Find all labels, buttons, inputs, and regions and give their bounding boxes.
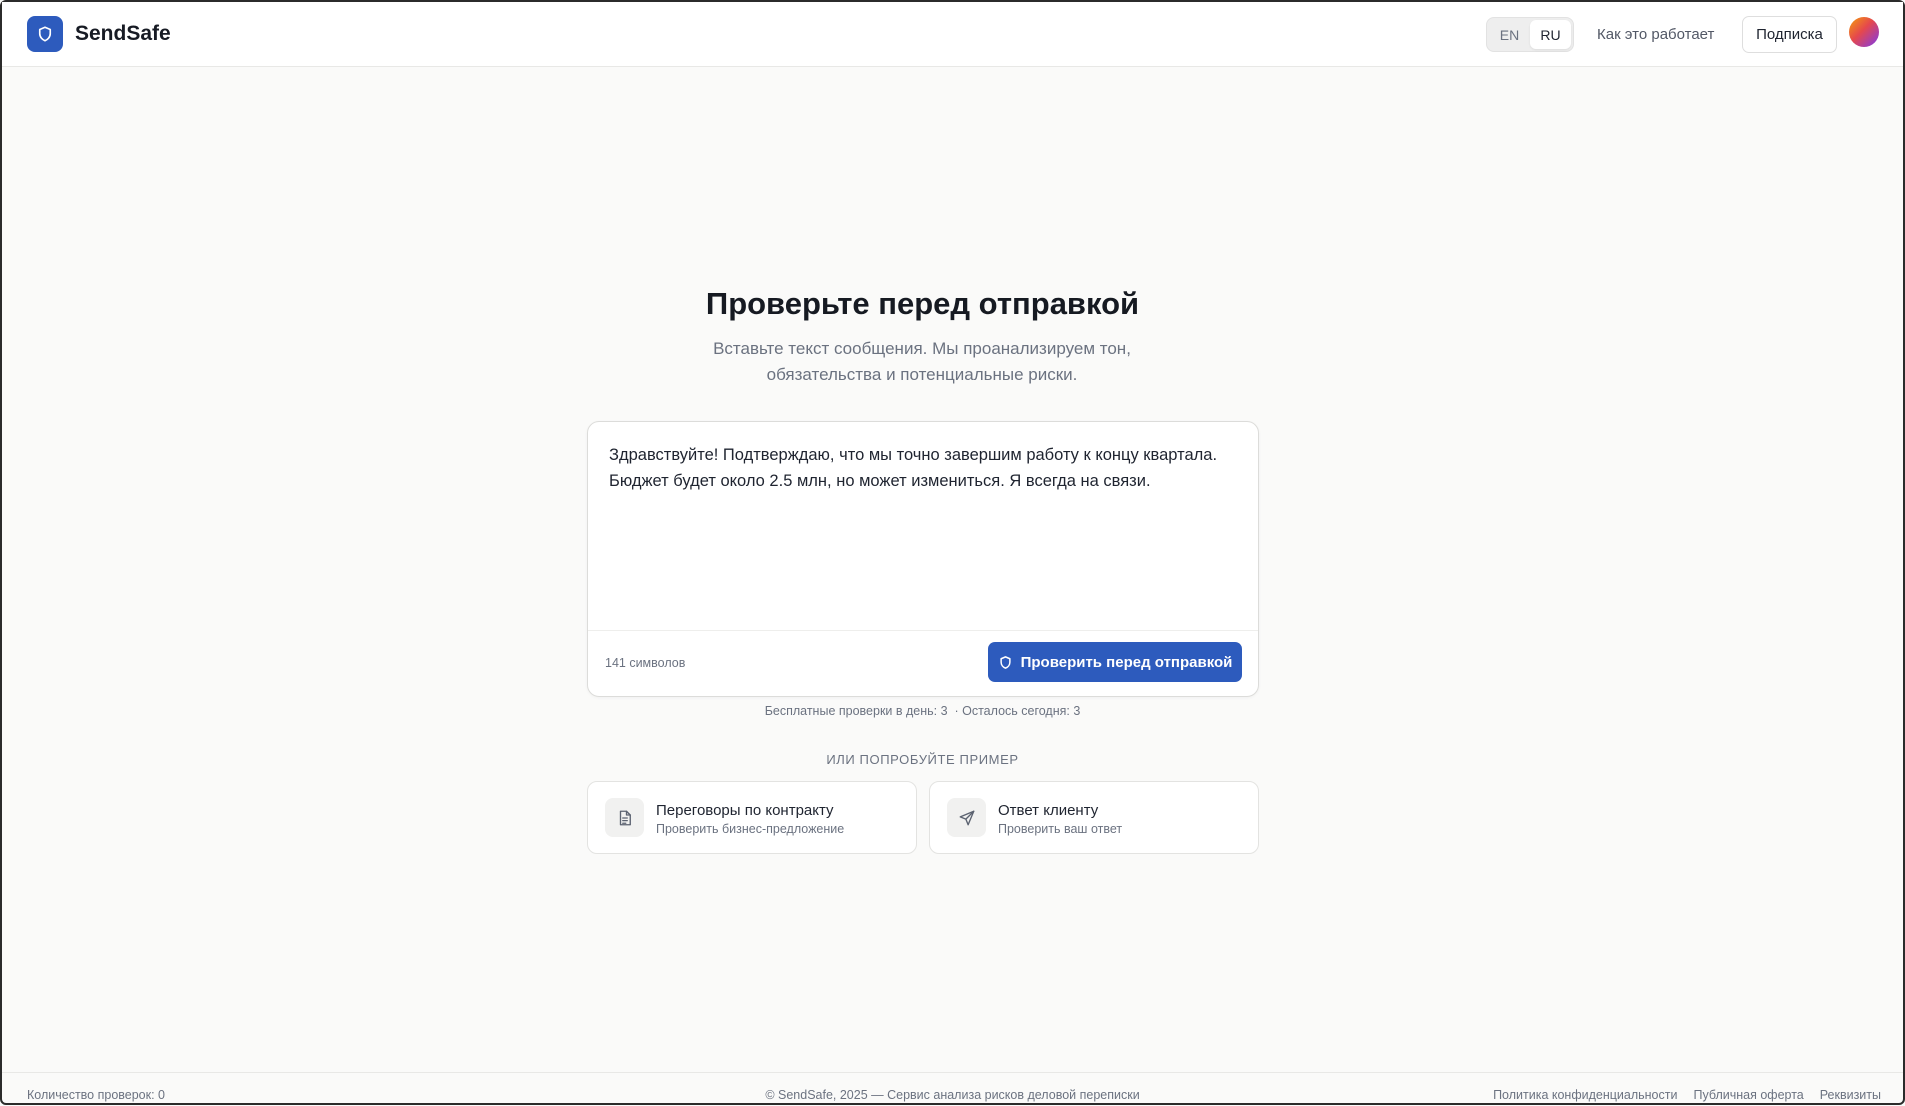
example-title: Переговоры по контракту — [656, 802, 834, 819]
example-subtitle: Проверить ваш ответ — [998, 822, 1123, 836]
logo[interactable] — [27, 16, 63, 52]
requisites-link[interactable]: Реквизиты — [1820, 1088, 1881, 1102]
check-before-send-button[interactable]: Проверить перед отправкой — [988, 642, 1242, 682]
document-icon — [605, 798, 644, 837]
privacy-policy-link[interactable]: Политика конфиденциальности — [1493, 1088, 1677, 1102]
example-card-client-reply[interactable]: Ответ клиенту Проверить ваш ответ — [929, 781, 1259, 854]
example-title: Ответ клиенту — [998, 802, 1099, 819]
language-switcher: EN RU — [1486, 17, 1574, 52]
lang-ru-button[interactable]: RU — [1530, 20, 1571, 49]
send-icon — [947, 798, 986, 837]
message-input[interactable]: Здравствуйте! Подтверждаю, что мы точно … — [609, 442, 1239, 622]
footer: Количество проверок: 0 © SendSafe, 2025 … — [2, 1072, 1903, 1106]
shield-icon — [38, 26, 52, 42]
check-button-label: Проверить перед отправкой — [1020, 653, 1233, 671]
page-subtitle: Вставьте текст сообщения. Мы проанализир… — [713, 339, 1131, 384]
shield-icon — [999, 655, 1011, 669]
daily-quota: Бесплатные проверки в день: 3 · Осталось… — [764, 704, 1081, 718]
example-subtitle: Проверить бизнес-предложение — [656, 822, 845, 836]
examples-heading: ИЛИ ПОПРОБУЙТЕ ПРИМЕР — [826, 752, 1019, 767]
public-offer-link[interactable]: Публичная оферта — [1693, 1088, 1803, 1102]
editor-divider — [588, 630, 1258, 631]
lang-en-button[interactable]: EN — [1489, 20, 1530, 49]
footer-links: Политика конфиденциальности Публичная оф… — [1493, 1088, 1881, 1102]
subscription-button[interactable]: Подписка — [1742, 16, 1837, 53]
how-it-works-link[interactable]: Как это работает — [1597, 26, 1714, 43]
message-editor: Здравствуйте! Подтверждаю, что мы точно … — [587, 421, 1259, 697]
char-counter: 141 символов — [605, 656, 686, 670]
avatar[interactable] — [1849, 17, 1879, 47]
app-name[interactable]: SendSafe — [75, 22, 171, 46]
top-bar: SendSafe EN RU Как это работает Подписка — [2, 2, 1903, 67]
example-card-contract[interactable]: Переговоры по контракту Проверить бизнес… — [587, 781, 917, 854]
page-title: Проверьте перед отправкой — [705, 286, 1140, 321]
